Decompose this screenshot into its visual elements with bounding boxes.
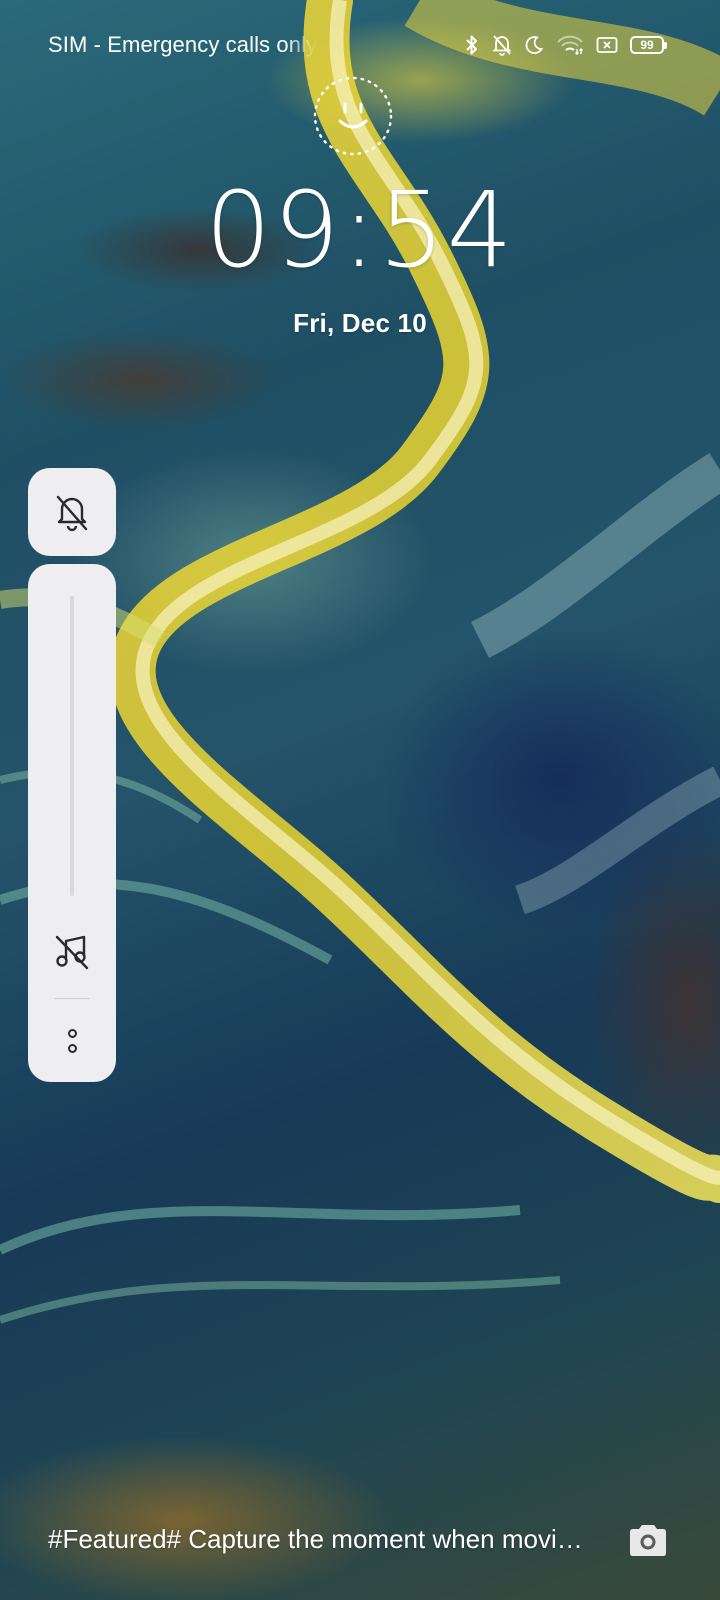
clock-time: 09:54 — [205, 169, 515, 291]
moon-icon — [524, 35, 544, 55]
battery-icon: 99 — [630, 36, 667, 54]
bell-off-icon — [56, 495, 88, 532]
bell-off-icon — [492, 34, 512, 56]
ring-mode-button[interactable] — [28, 468, 116, 556]
battery-level: 99 — [640, 38, 654, 52]
bluetooth-icon — [464, 34, 480, 56]
wifi-icon — [556, 35, 584, 55]
volume-panel — [28, 564, 116, 1082]
carrier-status-text: SIM - Emergency calls only — [48, 32, 318, 57]
face-unlock-icon[interactable] — [313, 76, 393, 156]
status-bar: SIM - Emergency calls only 99 — [48, 30, 667, 60]
status-icons: 99 — [464, 34, 667, 56]
panel-divider — [54, 998, 90, 999]
more-options-icon[interactable] — [57, 1018, 87, 1064]
media-volume-slider[interactable] — [70, 596, 74, 896]
sim-icon — [596, 36, 618, 54]
music-off-icon[interactable] — [52, 932, 92, 972]
clock-date: Fri, Dec 10 — [293, 308, 427, 338]
wallpaper-caption[interactable]: #Featured# Capture the moment when movin… — [48, 1524, 588, 1555]
camera-icon[interactable] — [626, 1520, 670, 1560]
